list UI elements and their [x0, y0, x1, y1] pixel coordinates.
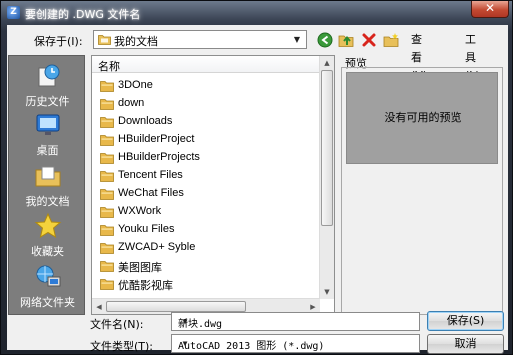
- folder-icon: [100, 117, 114, 128]
- column-header-name[interactable]: 名称: [92, 56, 320, 73]
- file-list[interactable]: 名称 3DOne down Downloads HBuilderProject HBui…: [91, 55, 335, 315]
- file-name: Youku Files: [118, 223, 175, 235]
- place-label: 历史文件: [25, 95, 70, 108]
- folder-icon: [100, 261, 114, 272]
- folder-icon: [100, 135, 114, 146]
- file-name: HBuilderProject: [118, 133, 195, 145]
- place-label: 收藏夹: [31, 245, 64, 258]
- scroll-down-arrow-icon[interactable]: ▼: [320, 285, 334, 299]
- folder-icon: [98, 35, 111, 45]
- save-dialog-window: Z 要创建的 .DWG 文件名 ✕ 保存于(I): 我的文档 ▼ 查看 工具 历…: [0, 0, 513, 355]
- scroll-left-arrow-icon[interactable]: ◀: [92, 300, 106, 314]
- place-history[interactable]: 历史文件: [9, 62, 86, 109]
- history-icon: [38, 64, 59, 87]
- file-type-value: AutoCAD 2013 图形 (*.dwg): [178, 341, 325, 352]
- place-label: 桌面: [36, 144, 59, 157]
- file-name: 优酷影视库: [118, 280, 173, 292]
- save-button[interactable]: 保存(S): [427, 311, 504, 331]
- file-name-label: 文件名(N):: [90, 318, 144, 331]
- desktop-icon: [36, 114, 59, 135]
- file-name: 美图图库: [118, 262, 162, 274]
- preview-box: 没有可用的预览: [346, 72, 498, 164]
- save-in-label: 保存于(I):: [34, 35, 83, 48]
- new-folder-icon[interactable]: [383, 31, 400, 49]
- app-icon: Z: [7, 6, 20, 19]
- file-type-label: 文件类型(T):: [90, 340, 154, 353]
- places-bar: 历史文件 桌面 我的文档 收藏夹 网络文件夹: [8, 55, 85, 315]
- folder-icon: [100, 243, 114, 254]
- file-name: WXWork: [118, 205, 162, 217]
- file-name: Tencent Files: [118, 169, 183, 181]
- vertical-scrollbar[interactable]: ▲ ▼: [319, 56, 334, 299]
- column-header-label: 名称: [98, 60, 120, 73]
- chevron-down-icon[interactable]: ▼: [178, 336, 192, 351]
- chevron-down-icon[interactable]: ▼: [290, 32, 304, 47]
- folder-icon: [100, 225, 114, 236]
- list-item[interactable]: Tencent Files: [100, 167, 318, 185]
- folder-icon: [100, 171, 114, 182]
- back-icon[interactable]: [317, 31, 333, 49]
- file-name-input[interactable]: 新块.dwg ▼: [171, 312, 420, 331]
- cancel-button[interactable]: 取消: [427, 334, 504, 354]
- file-name: WeChat Files: [118, 187, 184, 199]
- file-name: ZWCAD+ Syble: [118, 241, 196, 253]
- chevron-down-icon[interactable]: ▼: [178, 314, 192, 329]
- list-item[interactable]: down: [100, 95, 318, 113]
- place-favorites[interactable]: 收藏夹: [9, 212, 86, 259]
- file-name: HBuilderProjects: [118, 151, 200, 163]
- tools-menu-button[interactable]: 工具(L) ▼: [465, 31, 480, 99]
- place-my-documents[interactable]: 我的文档: [9, 162, 86, 209]
- list-item[interactable]: Downloads: [100, 113, 318, 131]
- list-item[interactable]: 优酷影视库: [100, 275, 318, 293]
- list-item[interactable]: HBuilderProject: [100, 131, 318, 149]
- file-name: 3DOne: [118, 79, 153, 91]
- up-folder-icon[interactable]: [338, 31, 355, 49]
- window-title: 要创建的 .DWG 文件名: [25, 8, 141, 21]
- view-menu-button[interactable]: 查看(V) ▼: [411, 31, 427, 99]
- save-in-combo[interactable]: 我的文档 ▼: [93, 30, 307, 49]
- save-in-value: 我的文档: [114, 35, 158, 48]
- scroll-up-arrow-icon[interactable]: ▲: [320, 56, 334, 70]
- folder-icon: [100, 189, 114, 200]
- file-name: Downloads: [118, 115, 173, 127]
- title-bar[interactable]: Z 要创建的 .DWG 文件名 ✕: [1, 1, 512, 25]
- scroll-thumb[interactable]: [321, 70, 333, 226]
- hscroll-thumb[interactable]: [106, 301, 246, 312]
- network-folder-icon: [36, 265, 60, 287]
- preview-message: 没有可用的预览: [384, 111, 462, 124]
- folder-icon: [100, 279, 114, 290]
- list-item[interactable]: 美图图库: [100, 257, 318, 275]
- folder-icon: [100, 153, 114, 164]
- file-type-select[interactable]: AutoCAD 2013 图形 (*.dwg) ▼: [171, 334, 420, 353]
- list-item[interactable]: ZWCAD+ Syble: [100, 239, 318, 257]
- favorites-star-icon: [34, 212, 61, 239]
- folder-icon: [100, 81, 114, 92]
- close-button[interactable]: ✕: [471, 1, 509, 18]
- list-item[interactable]: WeChat Files: [100, 185, 318, 203]
- place-desktop[interactable]: 桌面: [9, 111, 86, 158]
- list-item[interactable]: 3DOne: [100, 77, 318, 95]
- file-name: down: [118, 97, 145, 109]
- delete-icon[interactable]: [361, 31, 377, 49]
- list-item[interactable]: Youku Files: [100, 221, 318, 239]
- list-item[interactable]: HBuilderProjects: [100, 149, 318, 167]
- folder-icon: [100, 207, 114, 218]
- folder-icon: [100, 99, 114, 110]
- place-network-folder[interactable]: 网络文件夹: [9, 263, 86, 310]
- dialog-body: 保存于(I): 我的文档 ▼ 查看 工具 历史文件 桌面 我的文档 收藏夹 网络…: [7, 25, 508, 354]
- place-label: 网络文件夹: [20, 296, 75, 309]
- my-documents-icon: [35, 166, 60, 187]
- place-label: 我的文档: [25, 195, 70, 208]
- list-item[interactable]: WXWork: [100, 203, 318, 221]
